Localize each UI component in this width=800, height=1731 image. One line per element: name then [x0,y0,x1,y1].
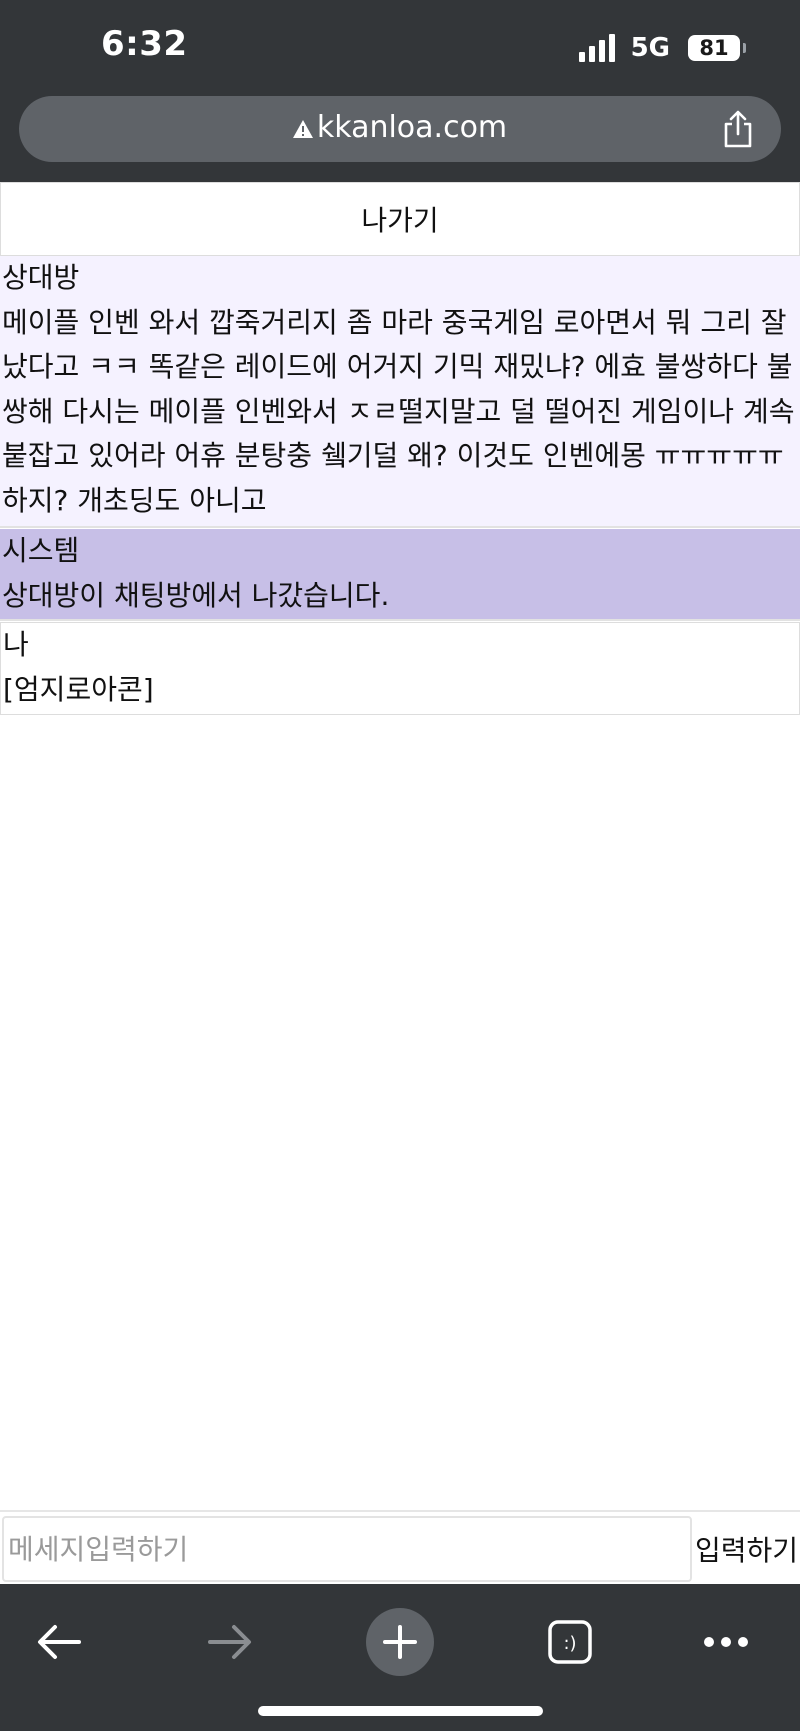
status-indicators: 5G 81 [578,28,746,68]
message-composer: 입력하기 [0,1510,800,1586]
warning-icon [292,119,313,138]
message-other: 상대방 메이플 인벤 와서 깝죽거리지 좀 마라 중국게임 로아면서 뭐 그리 … [0,256,800,528]
status-time: 6:32 [101,24,188,64]
share-icon[interactable] [721,110,755,148]
svg-text::): :) [563,1633,576,1654]
back-arrow-icon[interactable] [25,1608,93,1676]
send-button[interactable]: 입력하기 [694,1516,798,1582]
exit-chat-button[interactable]: 나가기 [0,182,800,256]
message-text: [엄지로아콘] [3,672,154,706]
new-tab-plus-icon[interactable] [366,1608,434,1676]
address-bar[interactable]: kkanloa.com [19,96,781,162]
network-type: 5G [630,33,670,63]
message-sender: 나 [3,628,29,661]
browser-bottom-toolbar: :) [0,1584,800,1731]
message-me: 나 [엄지로아콘] [0,622,800,715]
url-display: kkanloa.com [19,110,781,145]
tabs-icon[interactable]: :) [536,1608,604,1676]
message-text: 메이플 인벤 와서 깝죽거리지 좀 마라 중국게임 로아면서 뭐 그리 잘 났다… [2,305,795,517]
battery-level: 81 [699,36,729,60]
battery-icon: 81 [688,35,746,61]
forward-arrow-icon[interactable] [196,1608,264,1676]
message-system: 시스템 상대방이 채팅방에서 나갔습니다. [0,529,800,621]
url-text: kkanloa.com [316,110,508,145]
message-sender: 시스템 [2,534,80,567]
browser-top-chrome: 6:32 5G 81 kkanloa.com [0,0,800,182]
message-text: 상대방이 채팅방에서 나갔습니다. [2,578,390,612]
more-icon[interactable] [692,1608,760,1676]
home-indicator [258,1706,543,1716]
cellular-signal-icon [578,34,615,62]
message-input[interactable] [2,1516,692,1582]
message-sender: 상대방 [2,261,80,294]
